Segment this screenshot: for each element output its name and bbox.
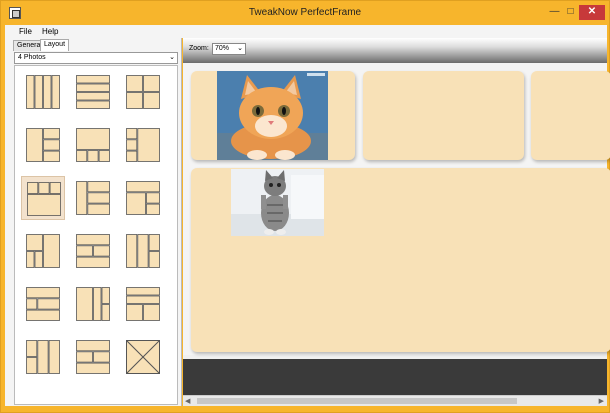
tab-layout[interactable]: Layout <box>40 39 70 51</box>
layout-thumbnail-icon <box>76 340 110 374</box>
layout-option-14[interactable] <box>71 282 115 326</box>
photo-cell-1[interactable] <box>191 71 355 160</box>
collage-workspace <box>183 63 610 355</box>
layout-option-1[interactable] <box>21 70 65 114</box>
zoom-select[interactable]: 70% ⌄ <box>212 43 246 55</box>
zoom-value: 70% <box>215 45 230 52</box>
layout-thumbnail-icon <box>126 75 160 109</box>
layout-option-13[interactable] <box>21 282 65 326</box>
layout-thumbnail-icon <box>26 340 60 374</box>
maximize-button[interactable]: □ <box>564 5 577 20</box>
layout-option-4[interactable] <box>21 123 65 167</box>
layout-thumbnail-icon <box>126 128 160 162</box>
layout-grid <box>14 65 178 405</box>
layout-option-10[interactable] <box>21 229 65 273</box>
canvas-area: Zoom: 70% ⌄ ◀ ▶ <box>183 38 610 406</box>
photo-cell-2[interactable] <box>363 71 524 160</box>
layout-option-7[interactable] <box>21 176 65 220</box>
layout-option-17[interactable] <box>71 335 115 379</box>
menu-help[interactable]: Help <box>42 25 58 38</box>
layout-option-11[interactable] <box>71 229 115 273</box>
layout-option-8[interactable] <box>71 176 115 220</box>
kitten-photo-orange[interactable] <box>217 71 328 160</box>
layout-thumbnail-icon <box>26 128 60 162</box>
menu-file[interactable]: File <box>19 25 32 38</box>
kitten-photo-tabby[interactable] <box>231 169 324 236</box>
layout-option-3[interactable] <box>121 70 165 114</box>
minimize-button[interactable]: — <box>548 5 561 20</box>
layout-option-6[interactable] <box>121 123 165 167</box>
photo-cell-3[interactable] <box>531 71 610 160</box>
app-window: TweakNow PerfectFrame — □ ✕ File Help Ge… <box>0 0 610 413</box>
horizontal-scrollbar[interactable]: ◀ ▶ <box>183 395 607 406</box>
layout-thumbnail-icon <box>126 234 160 268</box>
layout-thumbnail-icon <box>76 234 110 268</box>
photo-count-select[interactable]: 4 Photos ⌄ <box>14 52 178 64</box>
layout-thumbnail-icon <box>26 234 60 268</box>
zoom-toolbar: Zoom: 70% ⌄ <box>183 38 607 63</box>
chevron-down-icon: ⌄ <box>169 54 175 61</box>
layout-thumbnail-icon <box>27 182 61 216</box>
window-title: TweakNow PerfectFrame <box>248 7 362 18</box>
layout-option-5[interactable] <box>71 123 115 167</box>
layout-thumbnail-icon <box>76 287 110 321</box>
thumbnail-strip <box>183 359 607 395</box>
menu-bar: File Help <box>5 25 607 38</box>
close-button[interactable]: ✕ <box>579 5 605 20</box>
title-bar[interactable]: TweakNow PerfectFrame — □ ✕ <box>1 1 609 25</box>
photo-count-value: 4 Photos <box>18 54 46 61</box>
layout-thumbnail-icon <box>76 181 110 215</box>
layout-option-18[interactable] <box>121 335 165 379</box>
layout-option-15[interactable] <box>121 282 165 326</box>
layout-thumbnail-icon <box>76 75 110 109</box>
layout-option-12[interactable] <box>121 229 165 273</box>
chevron-down-icon: ⌄ <box>237 45 243 52</box>
layout-thumbnail-icon <box>126 287 160 321</box>
scroll-left-icon[interactable]: ◀ <box>185 397 190 405</box>
photo-cell-4[interactable] <box>191 168 610 352</box>
layout-panel: General Layout 4 Photos ⌄ <box>5 38 182 406</box>
zoom-label: Zoom: <box>189 45 209 52</box>
layout-option-9[interactable] <box>121 176 165 220</box>
layout-option-2[interactable] <box>71 70 115 114</box>
scroll-thumb[interactable] <box>197 398 517 404</box>
scroll-right-icon[interactable]: ▶ <box>599 397 604 405</box>
layout-thumbnail-icon <box>126 340 160 374</box>
layout-thumbnail-icon <box>26 287 60 321</box>
layout-thumbnail-icon <box>26 75 60 109</box>
layout-option-16[interactable] <box>21 335 65 379</box>
layout-thumbnail-icon <box>126 181 160 215</box>
layout-thumbnail-icon <box>76 128 110 162</box>
